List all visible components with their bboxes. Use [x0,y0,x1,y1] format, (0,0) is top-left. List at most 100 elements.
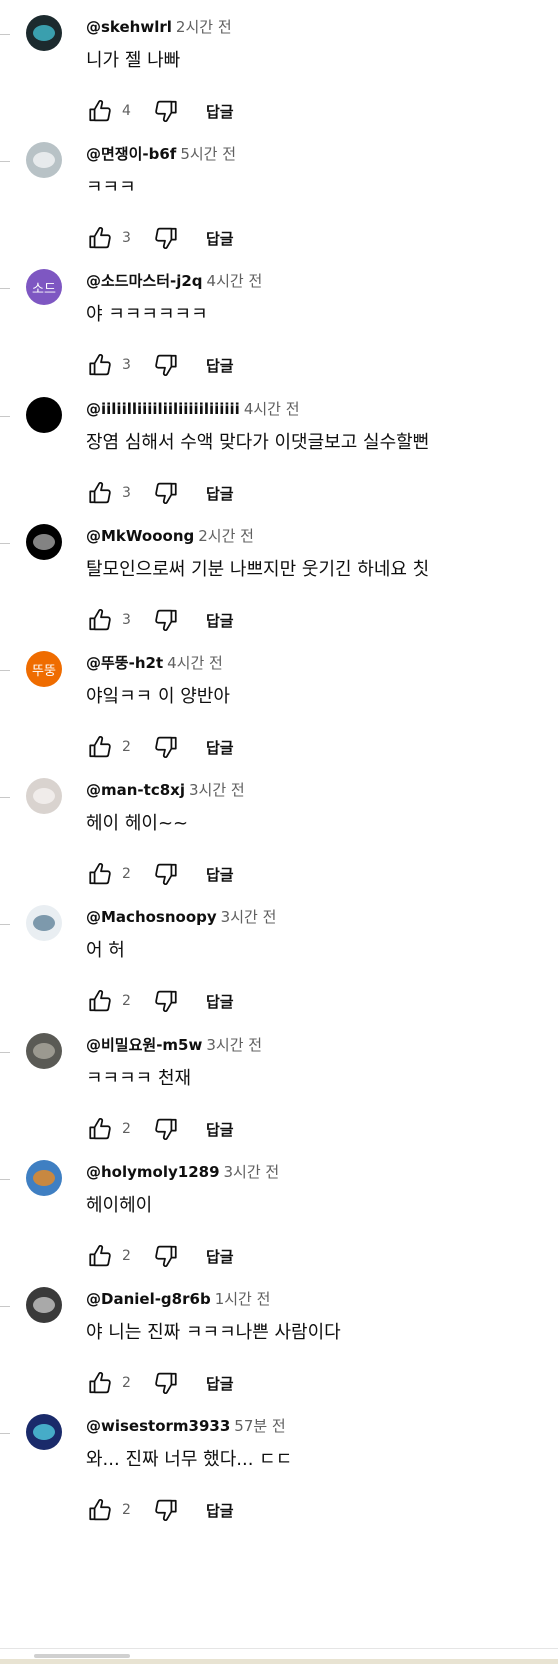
like-button[interactable] [86,479,114,507]
thread-line [0,161,10,162]
thumbs-up-icon [89,989,111,1012]
avatar-image [33,1170,55,1186]
comment-text: ㅋㅋㅋ [86,177,136,198]
comment-actions: 2 답글 [86,859,234,889]
author-name[interactable]: @소드마스터-j2q [86,272,203,290]
timestamp[interactable]: 2시간 전 [198,527,254,545]
reply-button[interactable]: 답글 [206,737,234,758]
dislike-button[interactable] [152,1115,180,1143]
reply-button[interactable]: 답글 [206,1500,234,1521]
comment-actions: 3 답글 [86,350,234,380]
author-name[interactable]: @면쟁이-b6f [86,145,176,163]
author-name[interactable]: @비밀요원-m5w [86,1036,202,1054]
reply-button[interactable]: 답글 [206,610,234,631]
avatar-image [33,1297,55,1313]
timestamp[interactable]: 3시간 전 [224,1163,280,1181]
like-button[interactable] [86,733,114,761]
comment-header: @면쟁이-b6f 5시간 전 [86,144,236,164]
like-button[interactable] [86,1369,114,1397]
comment: 소드 @소드마스터-j2q 4시간 전 야 ㅋㅋㅋㅋㅋㅋ 3 답글 [0,268,558,395]
author-name[interactable]: @iiliilliiiiliiliiiiiliiiiii [86,400,240,418]
like-button[interactable] [86,351,114,379]
thumbs-up-icon [89,862,111,885]
reply-button[interactable]: 답글 [206,991,234,1012]
like-button[interactable] [86,224,114,252]
avatar-image [33,1424,55,1440]
reply-button[interactable]: 답글 [206,228,234,249]
timestamp[interactable]: 2시간 전 [176,18,232,36]
like-count: 3 [122,612,131,628]
dislike-button[interactable] [152,860,180,888]
dislike-button[interactable] [152,733,180,761]
thumbs-down-icon [155,1499,177,1522]
comment-text: 헤이 헤이~~ [86,813,189,834]
dislike-button[interactable] [152,351,180,379]
comment-header: @iiliilliiiiliiliiiiiliiiiii 4시간 전 [86,399,300,419]
timestamp[interactable]: 3시간 전 [206,1036,262,1054]
comment-text: 니가 젤 나빠 [86,50,181,71]
avatar[interactable]: 뚜뚱 [26,651,62,687]
thumbs-down-icon [155,482,177,505]
avatar[interactable] [26,905,62,941]
reply-button[interactable]: 답글 [206,101,234,122]
dislike-button[interactable] [152,1496,180,1524]
timestamp[interactable]: 4시간 전 [167,654,223,672]
timestamp[interactable]: 4시간 전 [244,400,300,418]
reply-button[interactable]: 답글 [206,1246,234,1267]
like-count: 2 [122,1375,131,1391]
reply-button[interactable]: 답글 [206,1373,234,1394]
author-name[interactable]: @MkWooong [86,527,194,545]
dislike-button[interactable] [152,224,180,252]
reply-button[interactable]: 답글 [206,864,234,885]
comment-actions: 2 답글 [86,986,234,1016]
dislike-button[interactable] [152,987,180,1015]
author-name[interactable]: @wisestorm3933 [86,1417,230,1435]
avatar[interactable] [26,524,62,560]
avatar[interactable] [26,142,62,178]
timestamp[interactable]: 3시간 전 [189,781,245,799]
like-button[interactable] [86,1496,114,1524]
comment-text: 어 허 [86,940,125,961]
thread-line [0,1179,10,1180]
like-button[interactable] [86,987,114,1015]
like-button[interactable] [86,606,114,634]
avatar[interactable] [26,778,62,814]
timestamp[interactable]: 5시간 전 [180,145,236,163]
avatar[interactable] [26,397,62,433]
author-name[interactable]: @skehwlrl [86,18,172,36]
timestamp[interactable]: 3시간 전 [221,908,277,926]
avatar-initials: 뚜뚱 [32,663,56,679]
avatar[interactable] [26,1287,62,1323]
avatar[interactable]: 소드 [26,269,62,305]
author-name[interactable]: @man-tc8xj [86,781,185,799]
reply-button[interactable]: 답글 [206,483,234,504]
author-name[interactable]: @Machosnoopy [86,908,217,926]
dislike-button[interactable] [152,1242,180,1270]
author-name[interactable]: @holymoly1289 [86,1163,220,1181]
author-name[interactable]: @Daniel-g8r6b [86,1290,211,1308]
comment-actions: 3 답글 [86,478,234,508]
comment-header: @뚜뚱-h2t 4시간 전 [86,653,223,673]
avatar[interactable] [26,15,62,51]
timestamp[interactable]: 57분 전 [234,1417,285,1435]
thumbs-down-icon [155,736,177,759]
comment-text: 야 ㅋㅋㅋㅋㅋㅋ [86,304,208,325]
author-name[interactable]: @뚜뚱-h2t [86,654,163,672]
avatar[interactable] [26,1160,62,1196]
timestamp[interactable]: 4시간 전 [207,272,263,290]
avatar[interactable] [26,1033,62,1069]
like-button[interactable] [86,860,114,888]
reply-button[interactable]: 답글 [206,355,234,376]
dislike-button[interactable] [152,479,180,507]
dislike-button[interactable] [152,97,180,125]
like-button[interactable] [86,1115,114,1143]
like-button[interactable] [86,1242,114,1270]
dislike-button[interactable] [152,1369,180,1397]
comment-actions: 3 답글 [86,223,234,253]
reply-button[interactable]: 답글 [206,1119,234,1140]
like-button[interactable] [86,97,114,125]
timestamp[interactable]: 1시간 전 [215,1290,271,1308]
avatar[interactable] [26,1414,62,1450]
dislike-button[interactable] [152,606,180,634]
like-count: 3 [122,357,131,373]
